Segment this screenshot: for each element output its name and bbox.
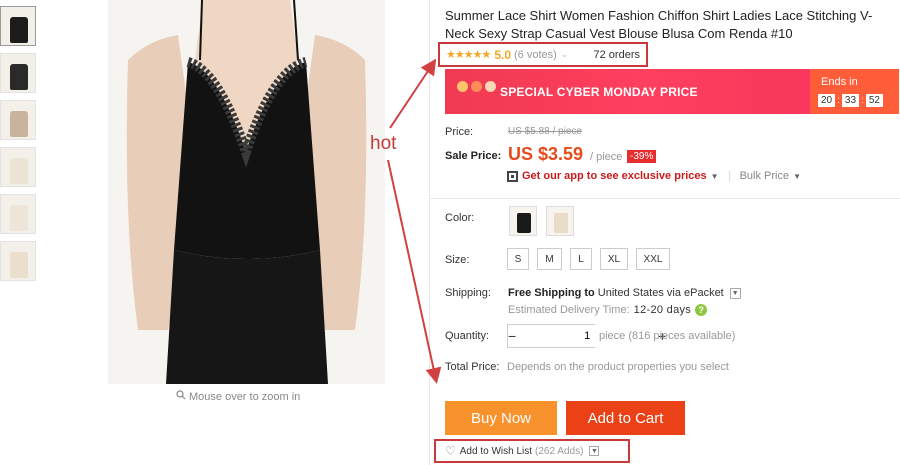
separator [728, 170, 730, 182]
thumbnail-1[interactable] [0, 6, 36, 46]
delivery-label: Estimated Delivery Time: [508, 304, 630, 316]
star-rating-icon: ★★★★★ [446, 49, 491, 61]
countdown-timer: 20: 33: 52 [818, 94, 883, 107]
wishlist-row: ♡ Add to Wish List (262 Adds) ▼ [434, 439, 630, 463]
section-divider [430, 198, 900, 199]
size-option-xl[interactable]: XL [600, 248, 628, 270]
thumbnail-5[interactable] [0, 194, 36, 234]
quantity-stepper: − + [507, 324, 666, 348]
chevron-down-icon[interactable]: ▼ [729, 287, 741, 299]
banner-text: SPECIAL CYBER MONDAY PRICE [500, 85, 698, 99]
quantity-availability: piece (816 pieces available) [599, 330, 736, 342]
caret-down-icon[interactable]: ▼ [711, 172, 719, 181]
arrow-to-rating [389, 58, 437, 129]
add-to-wishlist-link[interactable]: Add to Wish List [460, 446, 532, 457]
sale-price-label: Sale Price: [445, 150, 502, 162]
countdown-panel: Ends in 20: 33: 52 [810, 69, 899, 114]
timer-seconds: 52 [865, 94, 883, 107]
size-label: Size: [445, 254, 470, 266]
product-main-image[interactable] [108, 0, 385, 384]
shipping-destination[interactable]: United States via ePacket [598, 287, 724, 299]
chevron-down-icon[interactable]: ⌄ [561, 49, 569, 60]
delivery-estimate: Estimated Delivery Time: 12-20 days ? [508, 304, 708, 316]
thumbnail-4[interactable] [0, 147, 36, 187]
rating-value: 5.0 [494, 47, 511, 62]
column-divider [429, 0, 430, 465]
bulk-price-link[interactable]: Bulk Price [740, 170, 790, 182]
magnifier-icon [176, 390, 186, 403]
delivery-days: 12-20 days [633, 304, 692, 316]
product-title: Summer Lace Shirt Women Fashion Chiffon … [445, 8, 873, 41]
size-option-xxl[interactable]: XXL [636, 248, 670, 270]
shipping-text: Free Shipping to [508, 287, 595, 299]
rating-summary: ★★★★★ 5.0 (6 votes) ⌄ 72 orders [438, 42, 648, 67]
thumbnail-3[interactable] [0, 100, 36, 140]
price-unit: / piece [590, 151, 623, 163]
color-swatch-black[interactable] [509, 206, 537, 236]
shipping-info: Free Shipping to United States via ePack… [508, 287, 741, 299]
thumbnail-2[interactable] [0, 53, 36, 93]
votes-link[interactable]: (6 votes) [514, 49, 557, 61]
quantity-label: Quantity: [445, 330, 490, 342]
banner-decoration [457, 81, 496, 92]
price-label: Price: [445, 126, 474, 138]
wishlist-count: (262 Adds) [535, 445, 584, 457]
color-swatch-beige[interactable] [546, 206, 574, 236]
chevron-down-icon[interactable]: ▼ [589, 446, 600, 456]
size-option-m[interactable]: M [537, 248, 562, 270]
buy-now-button[interactable]: Buy Now [445, 401, 557, 435]
sale-price: US $3.59 [508, 144, 584, 164]
thumbnail-list [0, 6, 38, 288]
timer-hours: 20 [818, 94, 836, 107]
qr-code-icon [507, 170, 518, 182]
zoom-hint: Mouse over to zoom in [176, 390, 300, 403]
add-to-cart-button[interactable]: Add to Cart [566, 401, 685, 435]
total-price-note: Depends on the product properties you se… [507, 361, 729, 373]
color-label: Color: [445, 212, 475, 224]
promo-banner: SPECIAL CYBER MONDAY PRICE Ends in 20: 3… [445, 69, 899, 114]
heart-plus-icon[interactable]: ♡ [445, 444, 456, 458]
discount-badge: -39% [627, 150, 657, 163]
help-icon[interactable]: ? [695, 304, 708, 316]
app-price-row: Get our app to see exclusive prices ▼ Bu… [507, 170, 801, 182]
caret-down-icon[interactable]: ▼ [793, 172, 801, 181]
ends-in-label: Ends in [821, 76, 858, 88]
hot-annotation: hot [370, 133, 397, 154]
zoom-hint-text: Mouse over to zoom in [189, 390, 301, 403]
app-exclusive-link[interactable]: Get our app to see exclusive prices [522, 170, 707, 182]
total-price-label: Total Price: [445, 361, 500, 373]
thumbnail-6[interactable] [0, 241, 36, 281]
orders-count: 72 orders [593, 48, 640, 61]
size-option-s[interactable]: S [507, 248, 529, 270]
size-option-l[interactable]: L [570, 248, 592, 270]
shipping-label: Shipping: [445, 287, 491, 299]
original-price: US $5.88 / piece [508, 126, 582, 137]
decrease-button[interactable]: − [508, 325, 516, 347]
timer-minutes: 33 [841, 94, 860, 107]
product-photo-illustration [108, 0, 385, 384]
